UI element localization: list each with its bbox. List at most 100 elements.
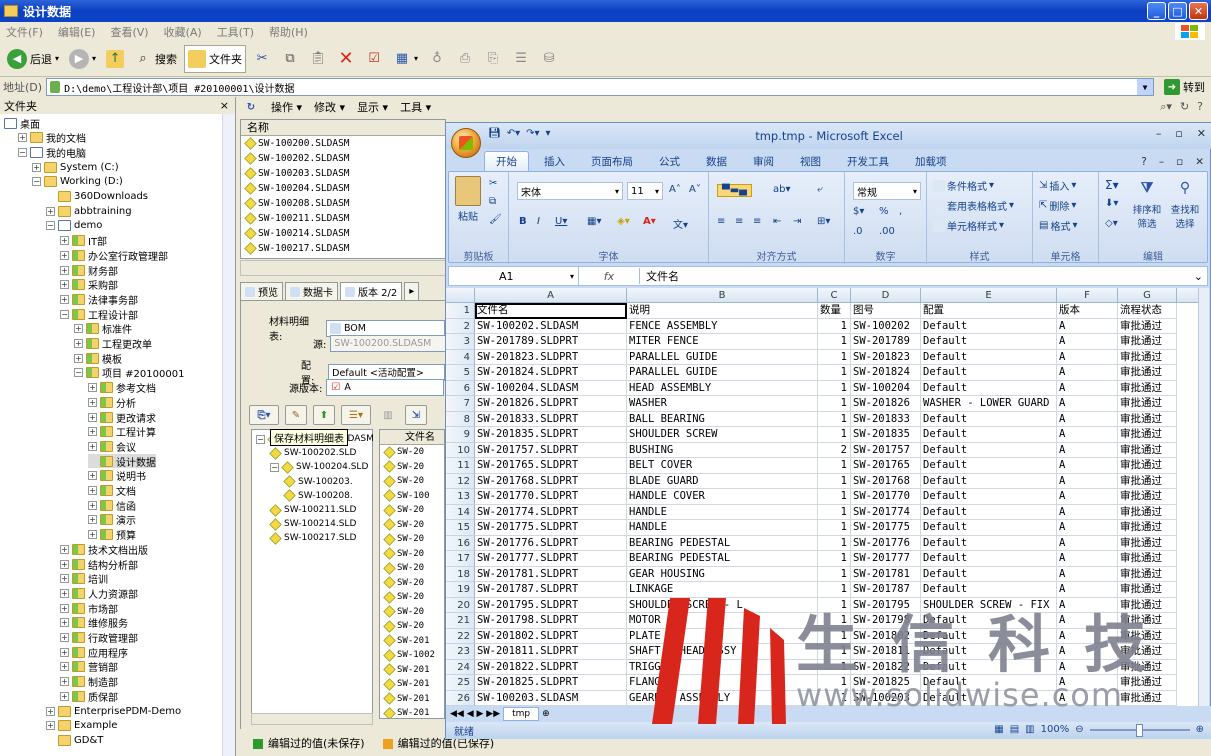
cell[interactable]: 版本 [1057,303,1118,319]
cell[interactable]: SW-201826.SLDPRT [475,396,627,412]
cell[interactable]: 审批通过 [1118,318,1177,334]
cell[interactable]: 1 [818,582,851,598]
cell[interactable]: PARALLEL GUIDE [627,365,818,381]
cell[interactable]: A [1057,318,1118,334]
cell[interactable]: A [1057,380,1118,396]
tree-item[interactable]: − 工程设计部 [60,307,138,322]
bom-tree-node[interactable]: SW-100211.SLD [269,503,356,517]
cell[interactable]: SW-201770.SLDPRT [475,489,627,505]
expand-toggle-icon[interactable]: + [88,412,97,422]
zoom-out-icon[interactable]: ⊖ [1075,724,1083,735]
expand-toggle-icon[interactable]: + [60,236,69,246]
cut-button[interactable]: ✂ [250,45,274,73]
cell[interactable]: 审批通过 [1118,349,1177,365]
menu-item-0[interactable]: 文件(F) [6,24,43,40]
edit-icon[interactable]: ✎ [285,405,307,425]
cell[interactable]: A [1057,473,1118,489]
ribbon-tab-4[interactable]: 数据 [695,151,738,171]
row-header[interactable]: 5 [446,365,475,381]
cell[interactable]: 1 [818,334,851,350]
cell[interactable]: SW-201823.SLDPRT [475,349,627,365]
cell[interactable]: 1 [818,365,851,381]
cell[interactable]: 1 [818,613,851,629]
pdm-menu-0[interactable]: 操作 ▾ [271,99,302,115]
formula-input[interactable]: 文件名 [639,268,1190,284]
bom-select[interactable]: BOM [325,319,445,337]
cell[interactable]: SW-201826 [851,396,921,412]
font-size-select[interactable]: 11 ▾ [627,182,663,200]
cell[interactable]: SW-201775.SLDPRT [475,520,627,536]
expand-toggle-icon[interactable]: + [46,721,55,731]
number-format-select[interactable]: 常规 ▾ [853,182,921,200]
cell[interactable]: SW-201777.SLDPRT [475,551,627,567]
redo-icon[interactable]: ↷▾ [526,128,539,139]
cell[interactable]: SW-201774.SLDPRT [475,504,627,520]
file-row[interactable]: SW-100203.SLDASM [241,166,445,181]
row-header[interactable]: 15 [446,520,475,536]
export-icon[interactable]: ⇲ [405,405,427,425]
address-dropdown-icon[interactable]: ▼ [1137,79,1153,95]
bom-file-row[interactable]: SW-20 [380,590,444,605]
row-header[interactable]: 9 [446,427,475,443]
borders-icon[interactable]: ▦▾ [587,216,601,227]
cell[interactable]: SW-201770 [851,489,921,505]
bom-file-row[interactable]: SW-20 [380,474,444,489]
cell-styles-button[interactable]: 单元格样式 ▾ [933,218,1004,233]
cell[interactable]: 1 [818,597,851,613]
column-header[interactable]: D [851,288,921,303]
cell[interactable]: HEAD ASSEMBLY [627,380,818,396]
cell[interactable]: SW-201777 [851,551,921,567]
zoom-slider[interactable] [1089,723,1190,737]
cell[interactable]: SW-100202.SLDASM [475,318,627,334]
expand-toggle-icon[interactable]: + [88,486,97,495]
cell[interactable]: A [1057,365,1118,381]
cell[interactable]: 审批通过 [1118,520,1177,536]
align-right-icon[interactable]: ≡ [753,216,761,227]
row-header[interactable]: 24 [446,659,475,675]
align-left-icon[interactable]: ≡ [717,216,725,227]
expand-toggle-icon[interactable]: − [18,147,27,157]
bom-file-row[interactable]: SW-20 [380,460,444,475]
format-as-table-button[interactable]: 套用表格格式 ▾ [933,198,1014,213]
cell[interactable]: 1 [818,690,851,706]
shrink-font-icon[interactable]: A˅ [689,184,701,195]
cell[interactable]: BEARING PEDESTAL [627,551,818,567]
tree-item[interactable]: 桌面 [4,116,40,131]
row-header[interactable]: 11 [446,458,475,474]
column-header[interactable]: C [818,288,851,303]
bom-file-row[interactable]: SW-20 [380,445,444,460]
expand-toggle-icon[interactable]: + [74,324,83,334]
check-in-icon[interactable]: ⬆ [313,405,335,425]
tree-item[interactable]: − Working (D:) [32,175,123,189]
cell[interactable]: Default [921,458,1057,474]
config-select[interactable]: Default <活动配置> [328,363,445,381]
bom-file-row[interactable]: SW-20 [380,619,444,634]
cell[interactable]: SW-201802 [851,628,921,644]
folders-pane-close-button[interactable]: × [220,99,229,112]
cell[interactable]: Default [921,520,1057,536]
page-break-view-icon[interactable]: ▥ [1025,724,1034,735]
cell[interactable]: A [1057,520,1118,536]
cell[interactable]: Default [921,489,1057,505]
cell[interactable]: 审批通过 [1118,380,1177,396]
cell[interactable]: 审批通过 [1118,644,1177,660]
cell[interactable]: 审批通过 [1118,427,1177,443]
qat-customize-icon[interactable]: ▾ [546,128,551,139]
cell[interactable]: 审批通过 [1118,551,1177,567]
expand-toggle-icon[interactable]: + [60,559,69,569]
row-header[interactable]: 25 [446,675,475,691]
bom-file-row[interactable]: SW-20 [380,532,444,547]
column-header[interactable]: B [627,288,818,303]
currency-icon[interactable]: $▾ [853,206,864,217]
decrease-indent-icon[interactable]: ⇤ [773,216,781,227]
cell[interactable]: 2 [818,442,851,458]
workbook-restore-button[interactable]: ▫ [1176,156,1183,168]
menu-item-2[interactable]: 查看(V) [110,24,148,40]
row-header[interactable]: 1 [446,303,475,319]
percent-icon[interactable]: % [879,206,889,217]
tree-item[interactable]: + 预算 [88,528,136,542]
cell[interactable]: Default [921,318,1057,334]
row-header[interactable]: 2 [446,318,475,334]
expand-toggle-icon[interactable]: + [88,427,97,437]
expand-toggle-icon[interactable]: + [18,133,27,143]
